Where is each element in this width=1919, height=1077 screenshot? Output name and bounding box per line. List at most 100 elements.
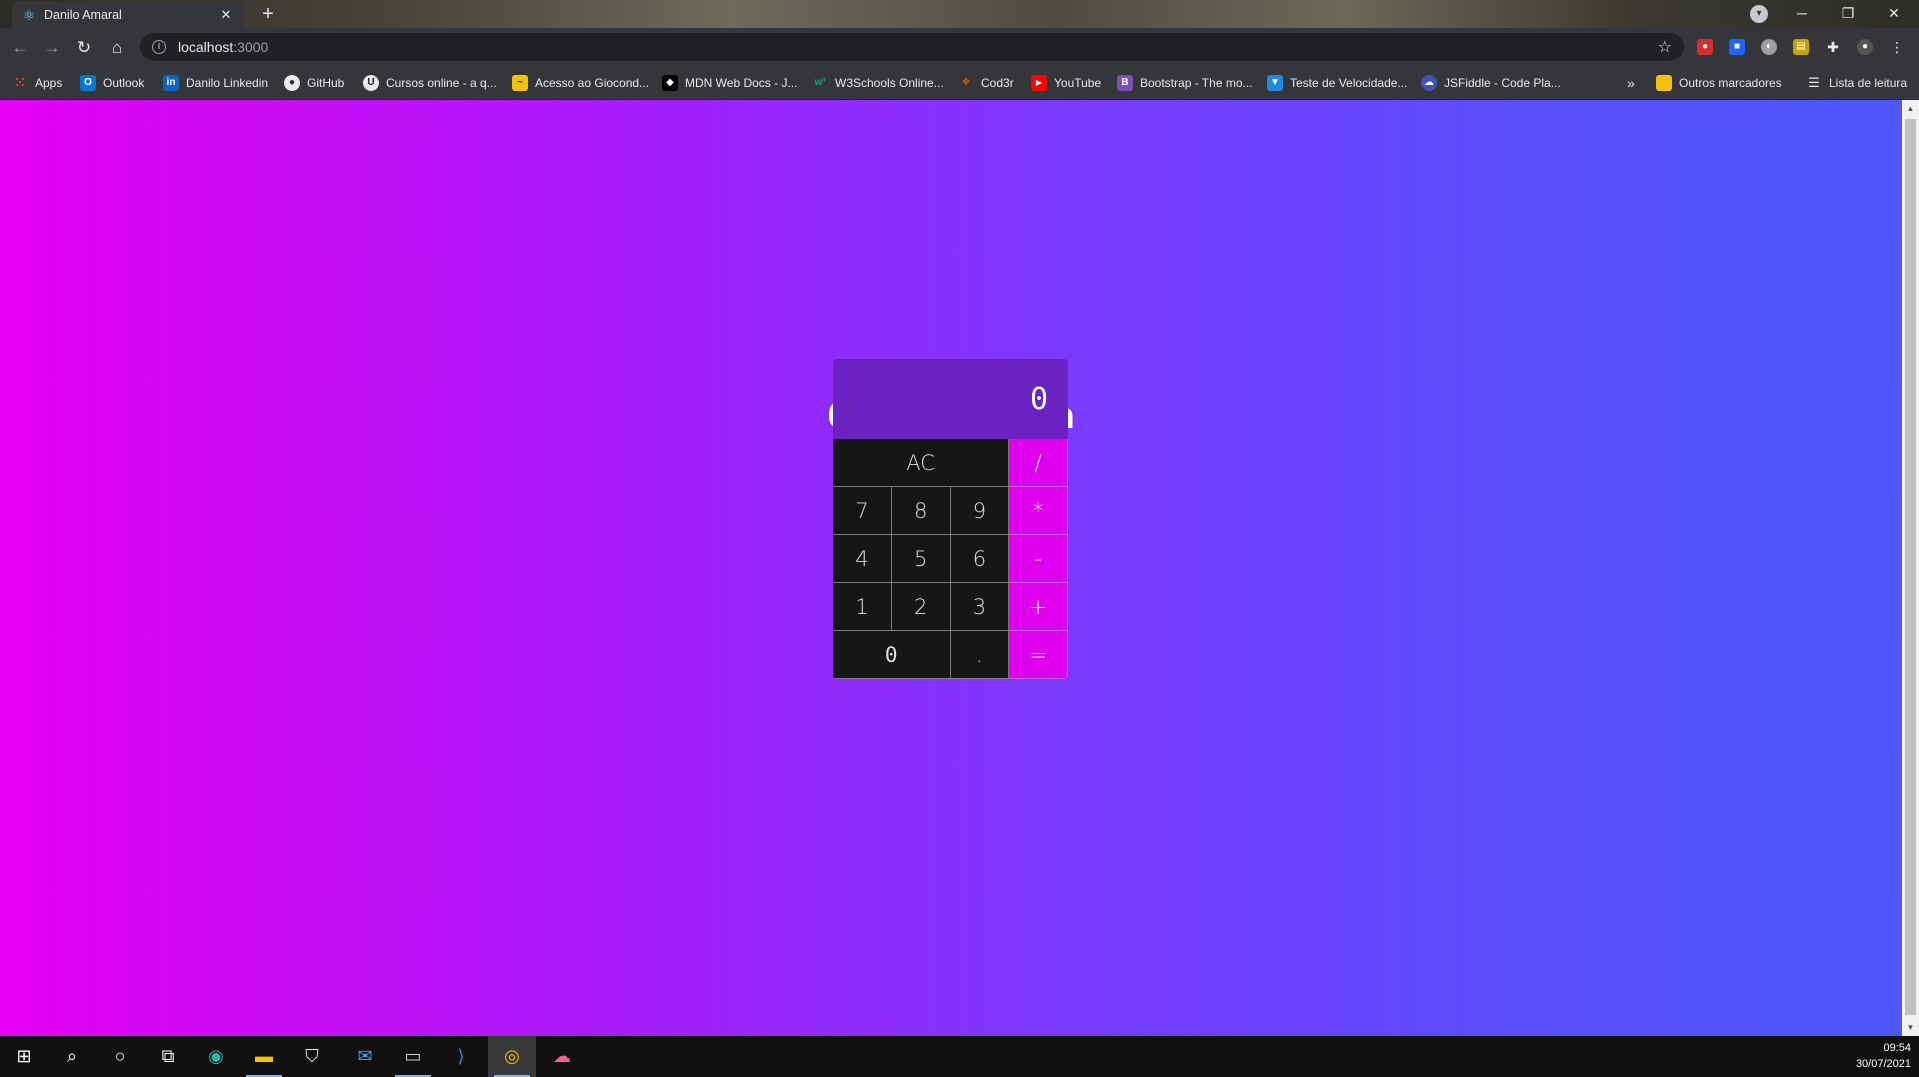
address-bar[interactable]: i localhost:3000 ☆ — [140, 33, 1684, 61]
extension-red-icon[interactable]: ● — [1697, 39, 1713, 55]
bookmark-github[interactable]: ● GitHub — [284, 66, 344, 100]
equals-button[interactable]: = — [1009, 631, 1068, 679]
home-icon[interactable]: ⌂ — [105, 36, 129, 60]
udemy-icon: U — [363, 75, 379, 91]
folder-icon — [1656, 75, 1672, 91]
bookmark-label: W3Schools Online... — [835, 76, 944, 90]
digit-0-button[interactable]: 0 — [833, 631, 951, 679]
digit-4-button[interactable]: 4 — [833, 535, 892, 583]
chart-icon: ~ — [512, 75, 528, 91]
tab-search-icon[interactable]: ▾ — [1750, 5, 1768, 23]
digit-2-button[interactable]: 2 — [891, 583, 951, 631]
digit-9-button[interactable]: 9 — [950, 487, 1010, 535]
bookmark-bootstrap[interactable]: B Bootstrap - The mo... — [1117, 66, 1253, 100]
extensions-puzzle-icon[interactable]: ✚ — [1825, 39, 1841, 55]
calculator-display: 0 — [833, 359, 1068, 439]
windows-taskbar: ⊞ ⌕ ○ ⧉ ◉ ▬ ⛉ ✉ ▭ ⟩ ◎ ☁ 09:54 30/07/2021 — [0, 1036, 1919, 1077]
terminal-icon[interactable]: ▭ — [389, 1036, 437, 1077]
extension-gray-icon[interactable]: ◐ — [1761, 39, 1777, 55]
app-icon[interactable]: ☁ — [538, 1036, 586, 1077]
digit-8-button[interactable]: 8 — [891, 487, 951, 535]
scroll-up-icon[interactable]: ▲ — [1902, 100, 1919, 117]
bookmark-label: Teste de Velocidade... — [1290, 76, 1408, 90]
clock-date: 30/07/2021 — [1855, 1058, 1911, 1070]
tab-danilo-amaral[interactable]: ⚛ Danilo Amaral ✕ — [12, 1, 244, 28]
bookmark-label: Outros marcadores — [1679, 76, 1782, 90]
file-explorer-icon[interactable]: ▬ — [240, 1036, 288, 1077]
linkedin-icon: in — [163, 75, 179, 91]
scrollbar-thumb[interactable] — [1905, 119, 1916, 1015]
cortana-icon[interactable]: ○ — [96, 1036, 144, 1077]
multiply-button[interactable]: * — [1009, 487, 1068, 535]
decimal-button[interactable]: . — [950, 631, 1010, 679]
address-port: :3000 — [233, 39, 269, 55]
bookmark-label: Cursos online - a q... — [386, 76, 497, 90]
digit-7-button[interactable]: 7 — [833, 487, 892, 535]
bookmark-cod3r[interactable]: ❖ Cod3r — [958, 66, 1014, 100]
bookmark-label: JSFiddle - Code Pla... — [1444, 76, 1561, 90]
system-clock[interactable]: 09:54 30/07/2021 — [1856, 1040, 1911, 1072]
bookmark-label: Danilo Linkedin — [186, 76, 269, 90]
vertical-scrollbar[interactable]: ▲ ▼ — [1902, 100, 1919, 1036]
restore-icon[interactable]: ❐ — [1825, 0, 1871, 28]
w3schools-icon: w³ — [814, 77, 826, 88]
bookmark-cursos-online[interactable]: U Cursos online - a q... — [363, 66, 497, 100]
bookmark-youtube[interactable]: ▶ YouTube — [1031, 66, 1101, 100]
bookmark-w3schools[interactable]: w³ W3Schools Online... — [812, 66, 944, 100]
clock-time: 09:54 — [1883, 1042, 1911, 1054]
reading-list-button[interactable]: ☰ Lista de leitura — [1806, 66, 1907, 100]
scroll-down-icon[interactable]: ▼ — [1902, 1019, 1919, 1036]
bookmark-jsfiddle[interactable]: ☁ JSFiddle - Code Pla... — [1421, 66, 1561, 100]
window-close-icon[interactable]: ✕ — [1871, 0, 1917, 28]
apps-grid-icon: ⁙ — [14, 75, 26, 90]
digit-3-button[interactable]: 3 — [950, 583, 1010, 631]
bookmarks-overflow-button[interactable]: » — [1627, 66, 1635, 100]
back-icon[interactable]: ← — [8, 36, 32, 60]
profile-avatar[interactable]: ● — [1857, 39, 1873, 55]
bookmark-outlook[interactable]: O Outlook — [80, 66, 144, 100]
tab-title: Danilo Amaral — [44, 7, 122, 22]
chrome-icon[interactable]: ◎ — [488, 1036, 536, 1077]
digit-5-button[interactable]: 5 — [891, 535, 951, 583]
forward-icon[interactable]: → — [40, 36, 64, 60]
task-view-icon[interactable]: ⧉ — [144, 1036, 192, 1077]
outlook-icon: O — [80, 75, 96, 91]
clear-button[interactable]: AC — [833, 439, 1010, 487]
bookmark-label: Bootstrap - The mo... — [1140, 76, 1253, 90]
bookmark-speedtest[interactable]: ▼ Teste de Velocidade... — [1267, 66, 1407, 100]
mdn-icon: ◆ — [662, 75, 678, 91]
edge-icon[interactable]: ◉ — [192, 1036, 240, 1077]
bookmark-apps[interactable]: ⁙ Apps — [12, 66, 63, 100]
bookmark-giocond[interactable]: ~ Acesso ao Giocond... — [512, 66, 649, 100]
digit-1-button[interactable]: 1 — [833, 583, 892, 631]
vscode-icon[interactable]: ⟩ — [437, 1036, 485, 1077]
reload-icon[interactable]: ↻ — [72, 36, 96, 60]
search-icon[interactable]: ⌕ — [48, 1036, 96, 1077]
bookmark-mdn[interactable]: ◆ MDN Web Docs - J... — [662, 66, 797, 100]
extension-blue-icon[interactable]: ■ — [1729, 39, 1745, 55]
subtract-button[interactable]: - — [1009, 535, 1068, 583]
extension-yellow-icon[interactable]: ▤ — [1793, 39, 1809, 55]
menu-kebab-icon[interactable]: ⋮ — [1889, 39, 1905, 55]
bookmark-danilo-linkedin[interactable]: in Danilo Linkedin — [163, 66, 268, 100]
browser-toolbar: ← → ↻ ⌂ i localhost:3000 ☆ ● ■ ◐ ▤ ✚ ● ⋮ — [0, 28, 1919, 66]
add-button[interactable]: + — [1009, 583, 1068, 631]
github-icon: ● — [284, 75, 300, 91]
close-tab-icon[interactable]: ✕ — [218, 7, 234, 23]
bookmark-label: Apps — [35, 76, 63, 90]
reading-list-icon: ☰ — [1808, 75, 1820, 90]
digit-6-button[interactable]: 6 — [950, 535, 1010, 583]
bookmark-star-icon[interactable]: ☆ — [1658, 37, 1672, 57]
new-tab-button[interactable]: + — [256, 3, 280, 25]
bootstrap-icon: B — [1117, 75, 1133, 91]
divide-button[interactable]: / — [1009, 439, 1068, 487]
windows-start-icon[interactable]: ⊞ — [0, 1036, 48, 1077]
bookmark-label: MDN Web Docs - J... — [685, 76, 798, 90]
bookmark-other-folder[interactable]: Outros marcadores — [1656, 66, 1782, 100]
site-info-icon[interactable]: i — [152, 40, 166, 54]
react-icon: ⚛ — [22, 6, 36, 23]
minimize-icon[interactable]: ─ — [1779, 0, 1825, 28]
mail-icon[interactable]: ✉ — [341, 1036, 389, 1077]
store-icon[interactable]: ⛉ — [288, 1036, 336, 1077]
bookmark-label: Cod3r — [981, 76, 1014, 90]
